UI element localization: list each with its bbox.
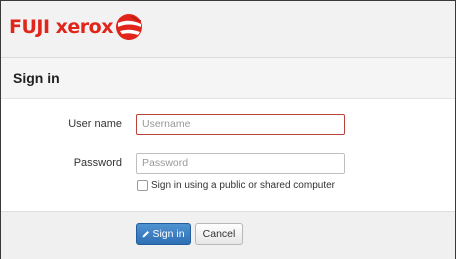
sign-in-button[interactable]: Sign in [136,223,191,245]
pencil-icon [142,231,150,238]
password-label: Password [73,157,122,169]
fuji-xerox-logo-icon [116,14,142,40]
title-bar: Sign in [1,58,455,99]
username-input[interactable]: Username [136,114,345,135]
public-computer-checkbox[interactable] [137,180,148,191]
sign-in-label: Sign in [152,228,185,240]
cancel-button[interactable]: Cancel [195,223,243,245]
header: FUJI xerox [1,1,455,58]
public-computer-label[interactable]: Sign in using a public or shared compute… [151,180,335,191]
page-title: Sign in [13,70,60,86]
username-label: User name [68,118,122,130]
password-input[interactable]: Password [136,153,345,174]
brand-logo-text: FUJI xerox [9,16,113,38]
